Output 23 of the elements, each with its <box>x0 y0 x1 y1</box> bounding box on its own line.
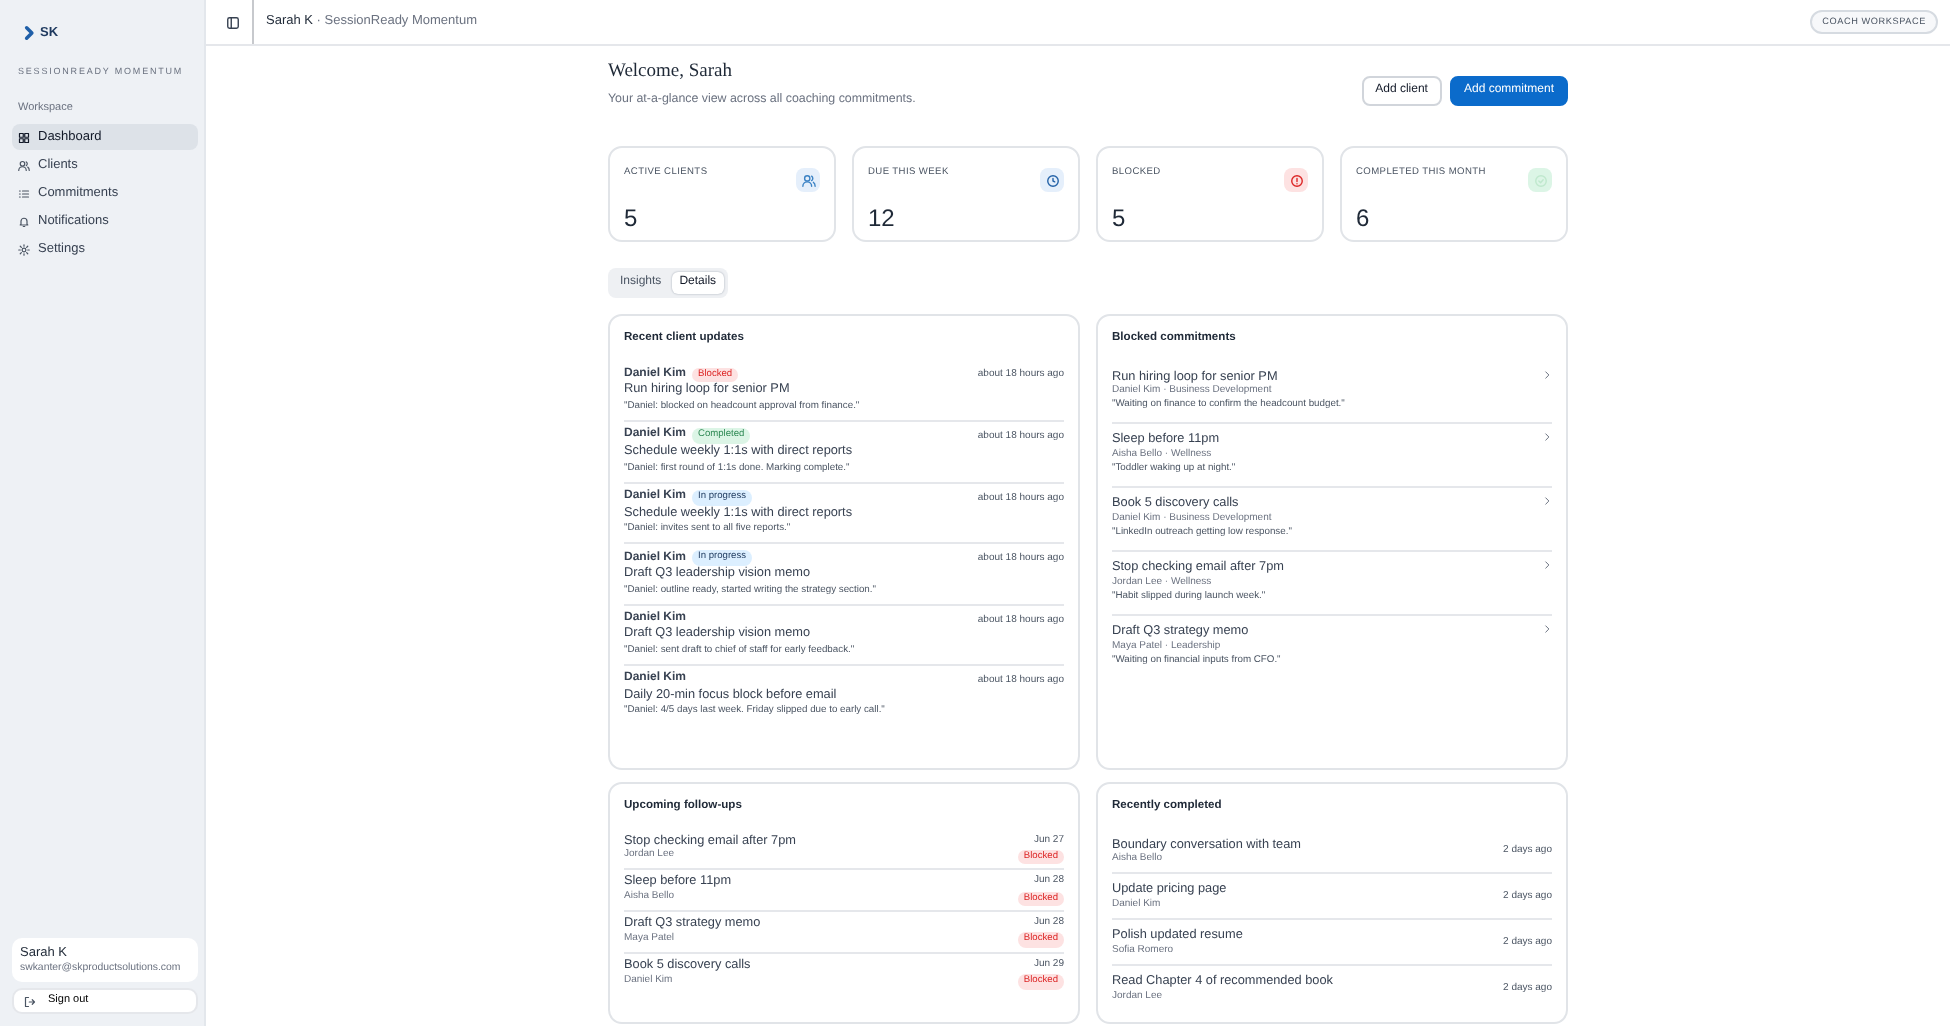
list-icon <box>18 187 30 200</box>
alert-icon <box>1289 173 1303 188</box>
chevron-right-icon <box>1542 496 1552 507</box>
sidebar-toggle-button[interactable] <box>226 15 240 29</box>
grid-icon <box>18 131 30 144</box>
chevron-right-icon <box>1542 560 1552 571</box>
settings-icon <box>18 243 30 256</box>
page-title: Welcome, Sarah <box>608 62 735 86</box>
logo-icon <box>24 24 38 42</box>
chevron-right-icon <box>1542 369 1552 380</box>
chevron-right-icon <box>1542 432 1552 443</box>
people-icon <box>18 159 30 172</box>
bell-icon <box>18 215 30 228</box>
chevron-right-icon <box>1542 624 1552 635</box>
stat-value: 5 <box>1112 204 1128 234</box>
sign-out-icon <box>24 995 36 1008</box>
clock-icon <box>1045 173 1059 188</box>
people-icon <box>801 173 815 188</box>
check-icon <box>1533 173 1547 188</box>
stat-value: 12 <box>868 204 897 234</box>
stat-value: 5 <box>624 204 640 234</box>
panel-icon <box>226 15 240 29</box>
stat-value: 6 <box>1356 204 1372 234</box>
